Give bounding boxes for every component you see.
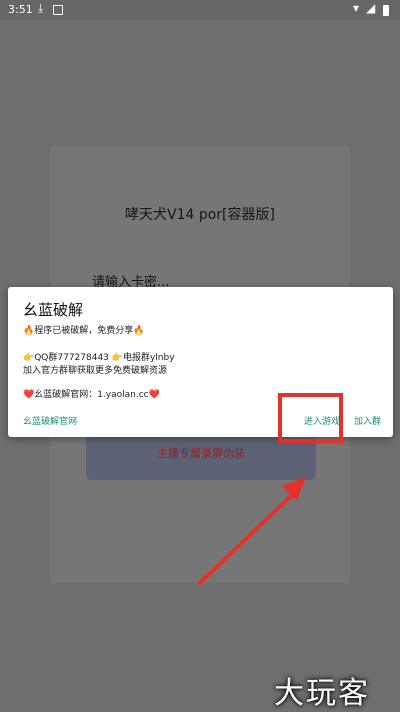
dialog-line-3: 加入官方群聊获取更多免费破解资源	[23, 366, 168, 376]
dialog-line-1: 🔥程序已被破解，免费分享🔥	[23, 326, 145, 336]
dialog-line-4: ❤️幺蓝破解官网：1.yaolan.cc❤️	[23, 390, 160, 400]
download-icon: ⤓	[38, 1, 44, 15]
highlight-box	[278, 393, 343, 443]
watermark-logo: 大玩客	[274, 676, 370, 711]
app-title: 哮天犬V14 por[容器版]	[125, 207, 275, 223]
dialog-line-2: 👉QQ群777278443 👉电报群ylnby	[23, 353, 175, 363]
battery-icon	[383, 5, 389, 16]
notification-icon	[53, 5, 63, 15]
wifi-icon: ▾	[353, 1, 360, 15]
join-group-button[interactable]: 加入群	[354, 414, 381, 427]
status-time: 3:51	[8, 3, 33, 16]
dialog-title: 幺蓝破解	[23, 301, 84, 319]
signal-icon: ◢	[366, 1, 376, 15]
status-bar: 3:51 ⤓ ▾ ◢	[0, 0, 400, 20]
official-site-button[interactable]: 幺蓝破解官网	[23, 414, 77, 427]
